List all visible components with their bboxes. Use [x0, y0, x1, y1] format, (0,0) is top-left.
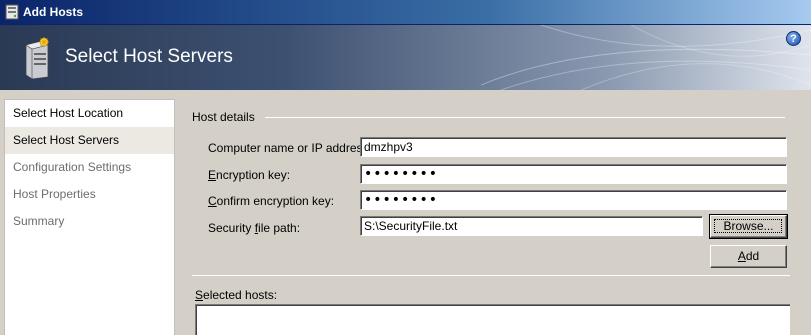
- wizard-steps-nav: Select Host Location Select Host Servers…: [4, 99, 175, 335]
- page-title: Select Host Servers: [65, 46, 233, 67]
- add-access-key: A: [737, 249, 746, 263]
- security-file-path-input[interactable]: S:\SecurityFile.txt: [360, 216, 703, 236]
- banner-decoration: [481, 25, 811, 90]
- host-server-icon: [25, 37, 49, 79]
- encryption-key-input[interactable]: ••••••••: [360, 164, 787, 184]
- computer-name-input[interactable]: dmzhpv3: [360, 137, 787, 157]
- host-details-group-label: Host details: [192, 110, 255, 124]
- add-button-label: dd: [745, 249, 760, 263]
- header-banner: Select Host Servers ?: [0, 25, 811, 90]
- nav-item-summary: Summary: [13, 214, 65, 228]
- title-bar[interactable]: Add Hosts: [0, 0, 811, 25]
- section-divider: [192, 275, 790, 276]
- nav-item-configuration-settings: Configuration Settings: [13, 160, 132, 174]
- confirm-key-label: Confirm encryption key:: [208, 194, 334, 208]
- confirm-key-access-key: C: [208, 194, 217, 208]
- browse-button[interactable]: Browse...: [709, 214, 788, 239]
- confirm-key-label-text: onfirm encryption key:: [216, 194, 335, 208]
- selected-hosts-label-text: elected hosts:: [203, 288, 278, 302]
- confirm-key-input[interactable]: ••••••••: [360, 190, 787, 210]
- server-window-icon: [5, 4, 19, 20]
- computer-name-label: Computer name or IP address:: [208, 141, 372, 155]
- group-separator: [265, 117, 785, 118]
- nav-item-host-properties: Host Properties: [13, 187, 96, 201]
- security-file-label: Security file path:: [208, 221, 300, 235]
- encryption-key-label-text: ncryption key:: [216, 168, 291, 182]
- help-icon[interactable]: ?: [786, 31, 801, 46]
- browse-focus-ring: [714, 219, 782, 233]
- nav-item-select-host-servers[interactable]: Select Host Servers: [5, 127, 174, 154]
- encryption-key-access-key: E: [208, 168, 217, 182]
- security-file-label-text: ile path:: [258, 221, 301, 235]
- host-details-pane: Host details Computer name or IP address…: [180, 99, 811, 335]
- encryption-key-label: Encryption key:: [208, 168, 290, 182]
- add-button[interactable]: Add: [710, 245, 787, 268]
- window-title: Add Hosts: [23, 5, 83, 19]
- security-file-label-pre: Security: [208, 221, 255, 235]
- selected-hosts-access-key: S: [195, 288, 204, 302]
- selected-hosts-list[interactable]: [195, 304, 790, 335]
- selected-hosts-label: Selected hosts:: [195, 288, 277, 302]
- nav-item-select-host-location[interactable]: Select Host Location: [5, 100, 174, 127]
